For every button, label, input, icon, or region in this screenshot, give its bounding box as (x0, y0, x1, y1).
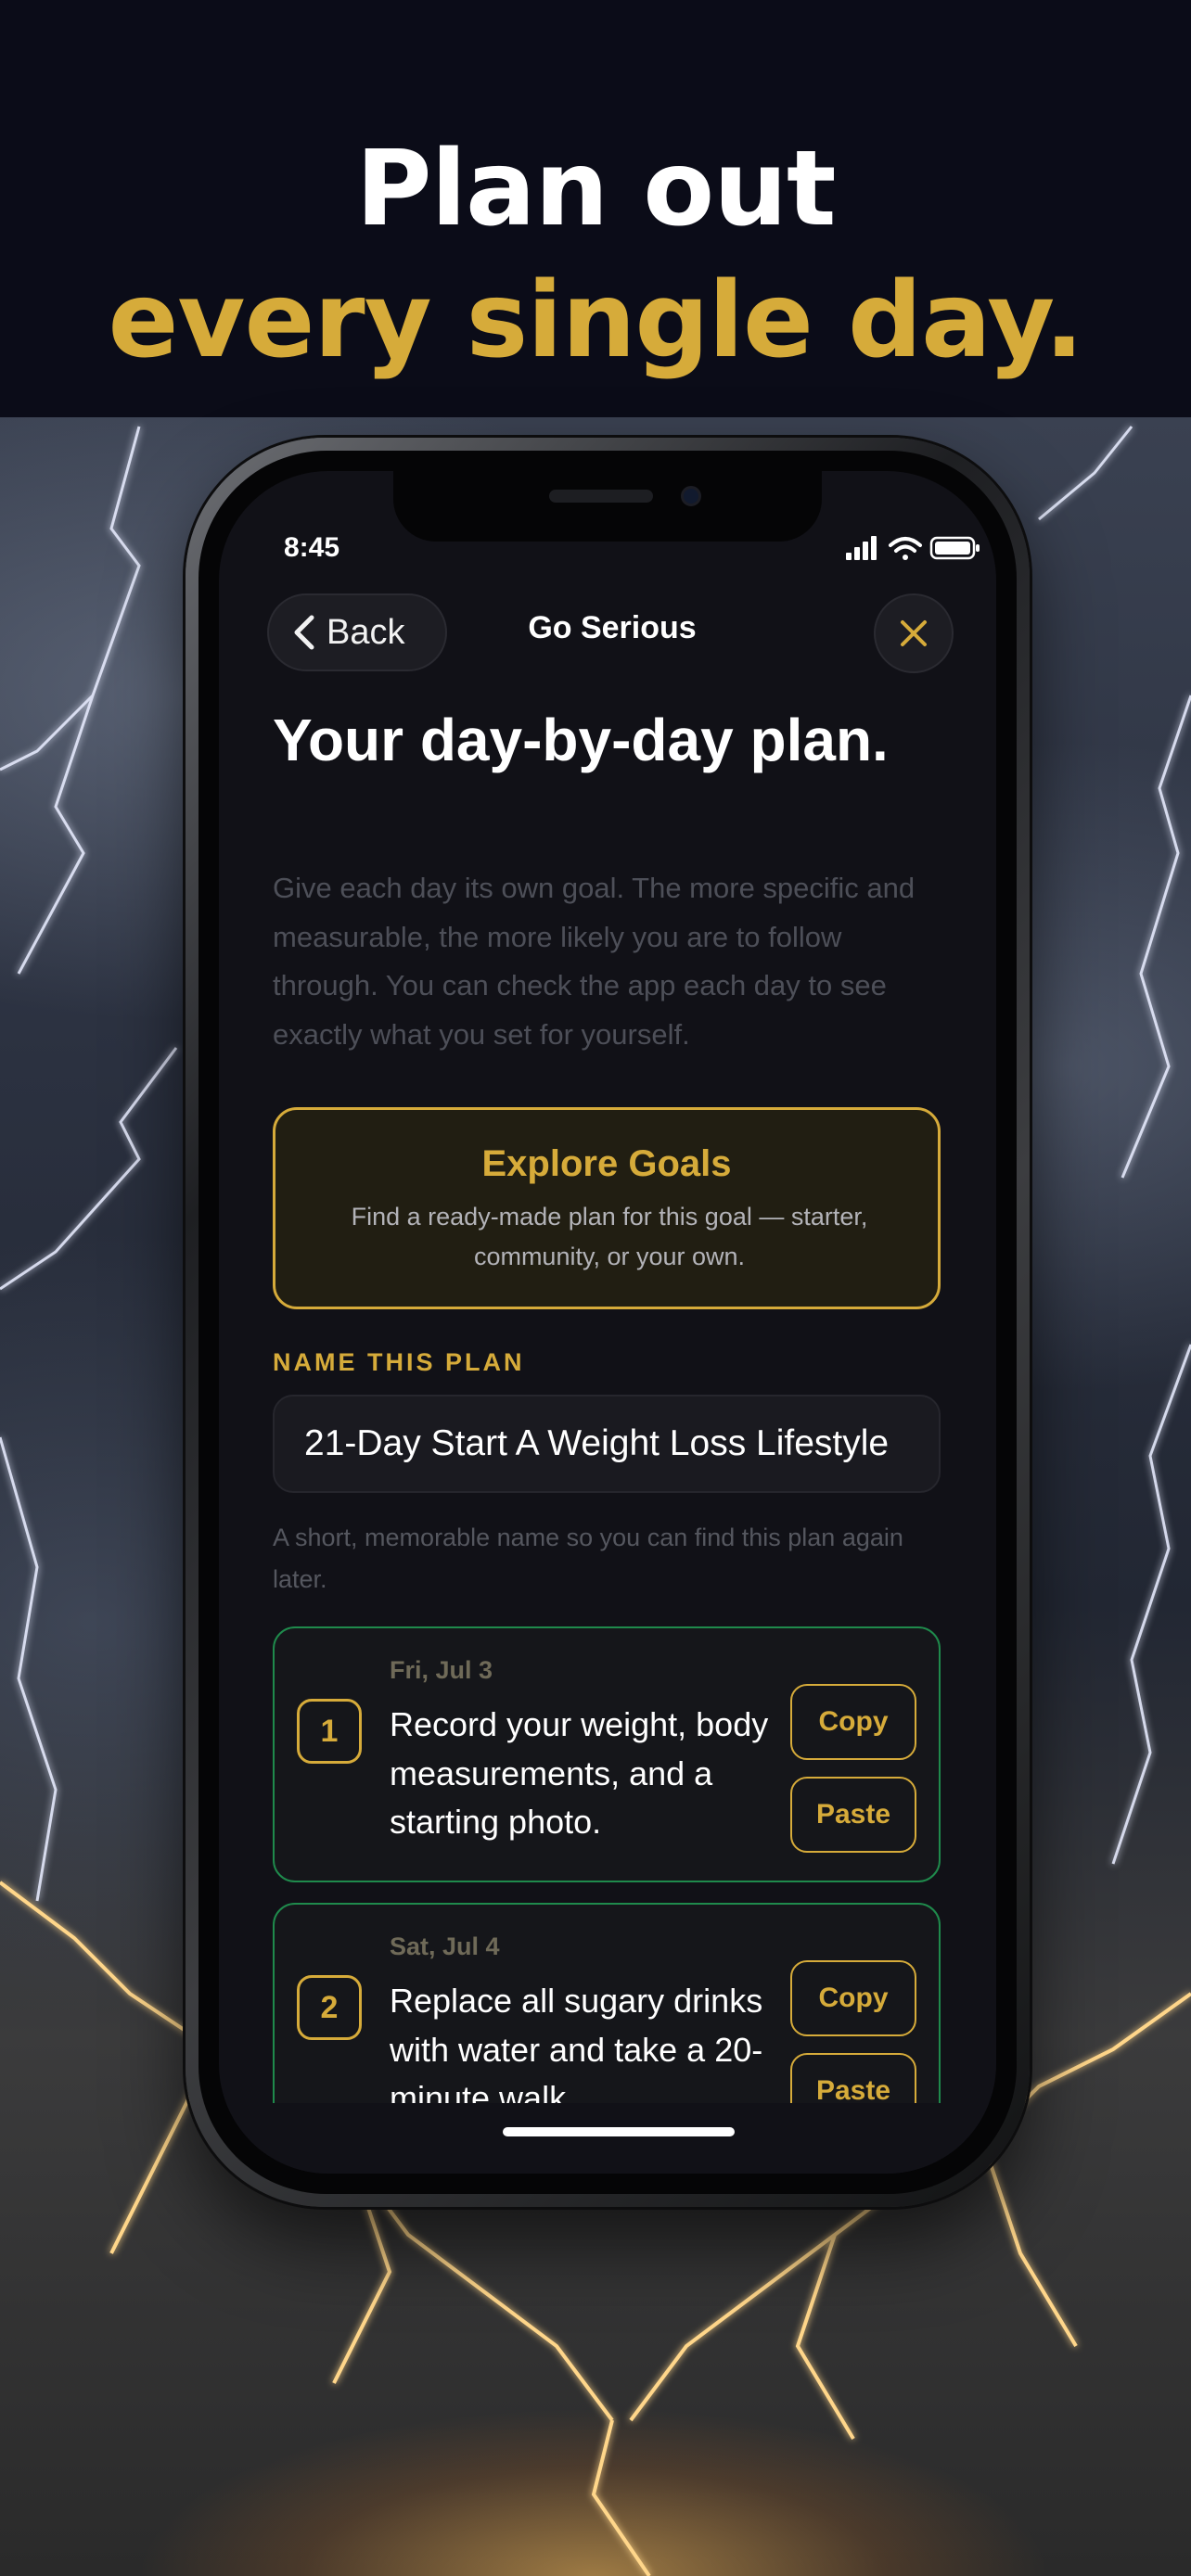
copy-button[interactable]: Copy (790, 1960, 916, 2036)
page-title: Your day-by-day plan. (273, 707, 889, 773)
day-card[interactable]: 1 Fri, Jul 3 Record your weight, body me… (273, 1626, 941, 1882)
close-icon (901, 620, 927, 646)
plan-name-label: NAME THIS PLAN (273, 1348, 525, 1376)
copy-button[interactable]: Copy (790, 1684, 916, 1760)
phone-frame: 8:45 Back Go Serious Your day-by-day pla… (186, 438, 1030, 2207)
chevron-left-icon (294, 615, 314, 650)
front-camera (681, 486, 701, 506)
page-description: Give each day its own goal. The more spe… (273, 872, 916, 1052)
hero-title-line-1: Plan out (355, 129, 837, 249)
day-goal-text[interactable]: Replace all sugary drinks with water and… (390, 1977, 788, 2123)
plan-name-hint: A short, memorable name so you can find … (273, 1524, 903, 1594)
battery-icon (929, 536, 980, 560)
notch (393, 471, 822, 542)
app-screen: 8:45 Back Go Serious Your day-by-day pla… (219, 471, 996, 2174)
back-label: Back (327, 612, 405, 652)
close-button[interactable] (874, 593, 954, 673)
status-time: 8:45 (284, 532, 340, 563)
plan-name-input[interactable]: 21-Day Start A Weight Loss Lifestyle (273, 1395, 941, 1493)
hero-banner: Plan out every single day. (0, 0, 1191, 417)
nav-title: Go Serious (528, 610, 697, 645)
day-number-badge: 2 (297, 1975, 362, 2040)
phone-bezel: 8:45 Back Go Serious Your day-by-day pla… (198, 451, 1017, 2194)
hero-title-line-2: every single day. (108, 261, 1083, 381)
home-indicator[interactable] (503, 2127, 735, 2136)
explore-goals-title: Explore Goals (481, 1143, 732, 1184)
day-number-badge: 1 (297, 1699, 362, 1764)
speaker-grille (549, 490, 653, 503)
day-date: Fri, Jul 3 (390, 1656, 493, 1684)
signal-icon (846, 536, 877, 560)
bottom-bar (219, 2103, 996, 2174)
paste-button[interactable]: Paste (790, 1777, 916, 1853)
day-goal-text[interactable]: Record your weight, body measurements, a… (390, 1701, 788, 1847)
explore-goals-subtitle: Find a ready-made plan for this goal — s… (351, 1203, 868, 1271)
status-icons (846, 532, 985, 564)
wifi-icon (889, 537, 922, 560)
explore-goals-card[interactable]: Explore Goals Find a ready-made plan for… (273, 1107, 941, 1309)
day-date: Sat, Jul 4 (390, 1932, 500, 1960)
